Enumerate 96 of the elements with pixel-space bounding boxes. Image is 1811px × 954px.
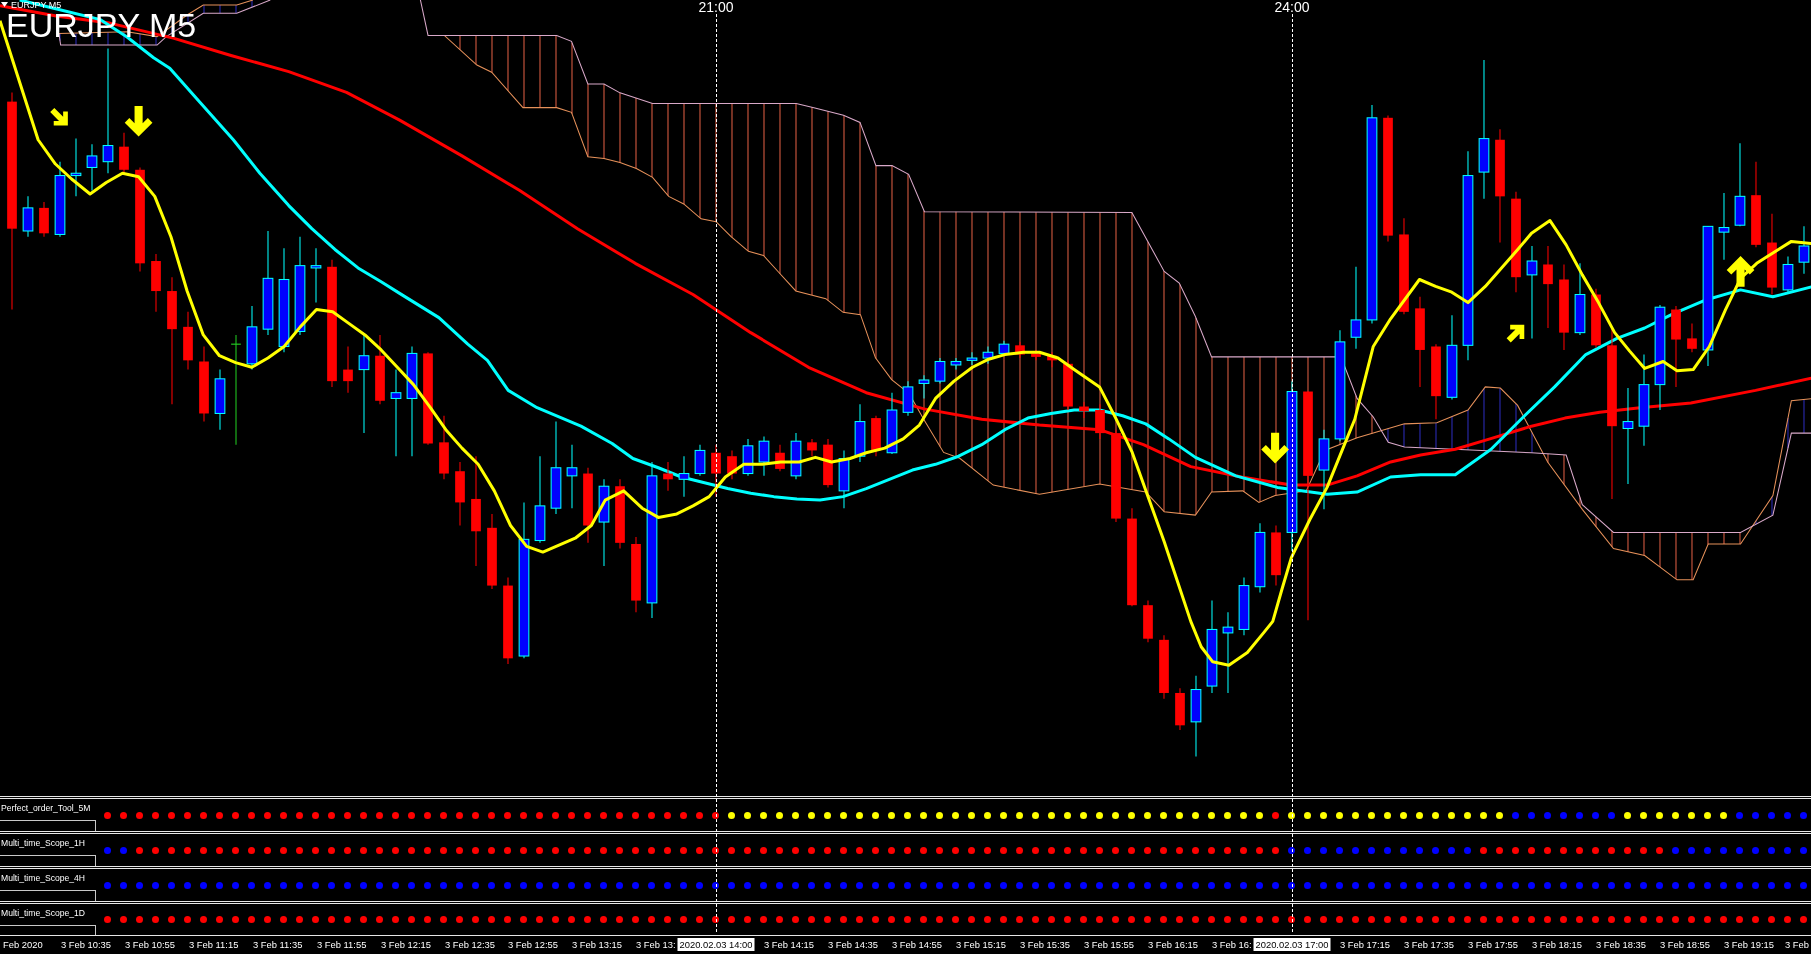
down-arrow-icon [124,105,153,137]
bearish-candlestick [775,444,785,472]
time-axis-label: 3 Feb 10:35 [61,939,112,951]
bullish-candlestick [918,374,930,399]
time-cursor-label: 2020.02.03 17:00 [1253,938,1331,951]
bearish-candlestick [119,132,129,174]
time-axis-label: 3 Feb 11:15 [189,939,239,951]
indicator-label: Perfect_order_Tool_5M [0,802,92,815]
time-axis-label: 3 Feb 15:55 [1084,939,1135,951]
bearish-candlestick [1031,349,1041,361]
bearish-candlestick [375,334,385,405]
time-axis-label: 3 Feb 14:55 [892,939,943,951]
bearish-candlestick [1047,351,1057,368]
time-axis-label: 3 Feb 19:15 [1724,939,1775,951]
time-axis-label: 3 Feb 17:15 [1340,939,1391,951]
time-axis-label: 3 Feb 12:35 [445,939,496,951]
bullish-candlestick [310,247,322,304]
bearish-candlestick [1143,600,1153,643]
time-axis-label: 3 Feb 15:35 [1020,939,1071,951]
time-axis-label: 3 Feb [1785,939,1809,951]
bullish-candlestick [678,455,690,498]
time-axis-label: 3 Feb 10:55 [125,939,176,951]
down-triangle-icon [1,2,8,7]
bullish-candlestick [790,432,802,480]
time-axis-label: 3 Feb 17:35 [1404,939,1455,951]
bullish-candlestick [86,143,98,192]
bearish-candlestick [727,449,737,480]
time-axis-label: 3 Feb 13: [636,939,676,951]
time-axis-label: 3 Feb 14:15 [764,939,815,951]
bearish-candlestick [807,438,817,457]
bullish-candlestick [1782,255,1794,293]
bullish-candlestick [22,195,34,238]
bearish-candlestick [151,253,161,313]
bearish-candlestick [1687,322,1697,353]
bullish-candlestick [1798,225,1810,275]
bearish-candlestick [1015,341,1025,359]
time-axis-label: 3 Feb 14:35 [828,939,879,951]
time-axis-label: 3 Feb 16: [1212,939,1252,951]
time-cursor-label: 2020.02.03 14:00 [677,938,755,951]
time-axis-label: Feb 2020 [3,939,43,951]
time-axis-label: 3 Feb 18:15 [1532,939,1583,951]
time-axis-label: 3 Feb 13:15 [572,939,623,951]
time-marker-label: 21:00 [698,0,734,14]
bullish-candlestick [246,305,258,371]
bullish-candlestick [1254,522,1266,593]
bearish-candlestick [439,415,449,480]
bearish-candlestick [455,461,465,527]
time-marker-label: 24:00 [1274,0,1310,14]
bearish-candlestick [1063,359,1073,411]
down-arrow-icon [1261,432,1289,464]
bearish-candlestick [1175,687,1185,731]
time-axis-label: 3 Feb 12:55 [508,939,559,951]
time-axis-label: 3 Feb 17:55 [1468,939,1519,951]
bearish-candlestick [1591,288,1601,349]
bearish-candlestick [615,478,625,550]
time-axis-label: 3 Feb 15:15 [956,939,1007,951]
bearish-candlestick [1271,525,1281,587]
bearish-candlestick [343,345,353,394]
bearish-candlestick [1095,403,1105,440]
time-axis-label: 3 Feb 16:15 [1148,939,1199,951]
bullish-candlestick [694,444,706,477]
time-axis-label: 3 Feb 12:15 [381,939,432,951]
bullish-candlestick [1718,192,1730,261]
bearish-candlestick [663,461,673,492]
bullish-candlestick [966,351,978,366]
bullish-candlestick [934,357,946,384]
bullish-candlestick [214,369,226,431]
indicator-label: Multi_time_Scope_1D [0,907,87,920]
bullish-candlestick [838,449,850,509]
bullish-candlestick [742,438,754,477]
indicator-label: Multi_time_Scope_1H [0,837,87,850]
up-right-arrow-icon [1506,324,1525,343]
bullish-candlestick [950,357,962,371]
bearish-candlestick [871,415,881,457]
bullish-candlestick [854,403,866,463]
bearish-candlestick [711,444,721,498]
time-axis-label: 3 Feb 18:55 [1660,939,1711,951]
time-axis-label: 3 Feb 11:55 [317,939,367,951]
indicator-label: Multi_time_Scope_4H [0,872,87,885]
bullish-candlestick [1238,576,1250,636]
up-arrow-icon [1726,256,1755,287]
bullish-candlestick [758,436,770,477]
bullish-candlestick [566,444,578,509]
bearish-candlestick [39,201,49,238]
bullish-candlestick [886,392,898,455]
bearish-candlestick [1159,634,1169,700]
bearish-candlestick [823,438,833,488]
time-axis-label: 3 Feb 11:35 [253,939,303,951]
bearish-candlestick [183,311,193,371]
bullish-candlestick [70,138,82,197]
bearish-candlestick [1079,401,1089,419]
time-axis-label: 3 Feb 18:35 [1596,939,1647,951]
bullish-candlestick [982,345,994,365]
down-right-arrow-icon [50,107,68,126]
bullish-candlestick [998,340,1010,357]
bullish-candlestick [902,380,914,417]
